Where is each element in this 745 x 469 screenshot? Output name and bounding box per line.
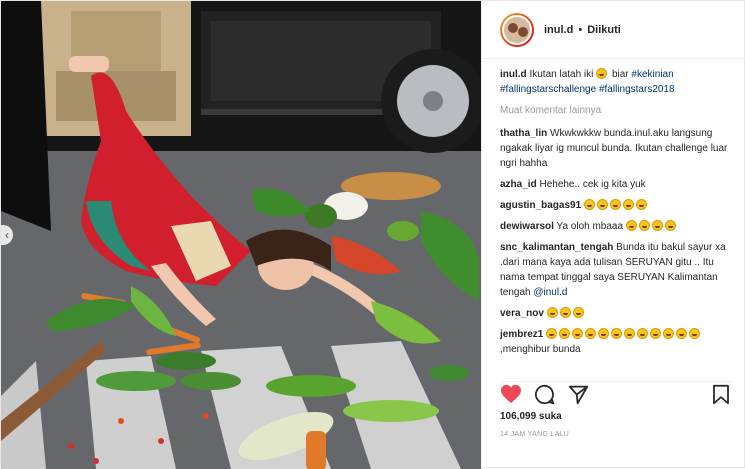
laughing-emoji-icon [598, 328, 610, 339]
comment-username[interactable]: thatha_lin [500, 128, 547, 139]
follow-status-button[interactable]: Diikuti [587, 24, 621, 36]
comment-item: dewiwarsol Ya oloh mbaaa [500, 219, 732, 234]
laughing-emoji-icon [583, 199, 595, 210]
comment-username[interactable]: agustin_bagas91 [500, 200, 581, 211]
laughing-emoji-icon [546, 328, 558, 339]
laughing-emoji-icon [572, 307, 584, 318]
mention-link[interactable]: @inul.d [533, 287, 567, 298]
hashtag-link[interactable]: #fallingstarschallenge [500, 84, 596, 95]
laughing-emoji-icon [651, 220, 663, 231]
laughing-emoji-icon [611, 328, 623, 339]
hashtag-link[interactable]: #fallingstars2018 [599, 84, 675, 95]
laughing-emoji-icon [676, 328, 688, 339]
caption: inul.d Ikutan latah iki biar #kekinian #… [500, 67, 732, 97]
post-timestamp[interactable]: 14 JAM YANG LALU [500, 431, 569, 438]
post-photo-illustration [1, 1, 481, 469]
laughing-emoji-icon [609, 199, 621, 210]
post-header: inul.d • Diikuti [482, 1, 745, 59]
comment-item: agustin_bagas91 [500, 198, 732, 213]
caption-text-1: Ikutan latah iki [529, 69, 594, 80]
laughing-emoji-icon [689, 328, 701, 339]
caption-text-2: biar [611, 69, 629, 80]
instagram-post: ‹ inul.d • Diikuti inul.d Ikutan latah i… [0, 0, 745, 469]
load-more-comments-button[interactable]: Muat komentar lainnya [500, 103, 732, 118]
laughing-emoji-icon [638, 220, 650, 231]
post-photo[interactable]: ‹ [1, 1, 481, 469]
laughing-emoji-icon [559, 328, 571, 339]
laughing-emoji-icon [559, 307, 571, 318]
laughing-emoji-icon [635, 199, 647, 210]
comment-item: thatha_lin Wkwkwkkw bunda.inul.aku langs… [500, 126, 732, 171]
comment-text: ,menghibur bunda [500, 344, 581, 355]
laughing-emoji-icon [585, 328, 597, 339]
action-bar [500, 381, 732, 407]
laughing-emoji-icon [637, 328, 649, 339]
laughing-emoji-icon [663, 328, 675, 339]
comment-item: azha_id Hehehe.. cek ig kita yuk [500, 177, 732, 192]
separator-dot: • [578, 23, 583, 36]
laughing-emoji-icon [596, 199, 608, 210]
comment-item: jembrez1 ,menghibur bunda [500, 327, 732, 357]
avatar[interactable] [500, 12, 534, 47]
comment-text: Ya oloh mbaaa [556, 221, 624, 232]
laughing-emoji-icon [622, 199, 634, 210]
laughing-emoji-icon [664, 220, 676, 231]
comment-text: Hehehe.. cek ig kita yuk [539, 179, 646, 190]
comment-item: snc_kalimantan_tengah Bunda itu bakul sa… [500, 240, 732, 300]
share-icon[interactable] [568, 384, 589, 405]
comment-username[interactable]: dewiwarsol [500, 221, 554, 232]
comment-username[interactable]: jembrez1 [500, 329, 543, 340]
laughing-emoji-icon [624, 328, 636, 339]
bookmark-icon[interactable] [712, 384, 730, 405]
hashtag-link[interactable]: #kekinian [631, 69, 673, 80]
comment-item: vera_nov [500, 306, 732, 321]
laughing-emoji-icon [572, 328, 584, 339]
laughing-emoji-icon [625, 220, 637, 231]
likes-count[interactable]: 106,099 suka [500, 411, 562, 422]
comment-icon[interactable] [534, 384, 555, 405]
laughing-emoji-icon [596, 68, 608, 79]
comment-username[interactable]: vera_nov [500, 308, 544, 319]
post-sidebar: inul.d • Diikuti inul.d Ikutan latah iki… [481, 1, 745, 469]
comment-username[interactable]: azha_id [500, 179, 537, 190]
comment-username[interactable]: snc_kalimantan_tengah [500, 242, 613, 253]
laughing-emoji-icon [546, 307, 558, 318]
header-username[interactable]: inul.d [544, 24, 573, 36]
laughing-emoji-icon [650, 328, 662, 339]
comments-list: inul.d Ikutan latah iki biar #kekinian #… [500, 67, 732, 379]
caption-username[interactable]: inul.d [500, 69, 527, 80]
heart-icon[interactable] [500, 384, 522, 404]
